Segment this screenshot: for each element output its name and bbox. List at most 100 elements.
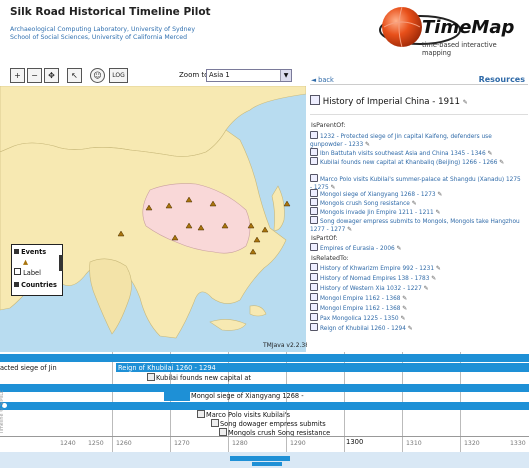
- divider: [310, 84, 528, 85]
- asia-map: [0, 86, 306, 339]
- list-item[interactable]: Song dowager empress submits to Mongols,…: [310, 216, 524, 235]
- timeline-event-marco-polo[interactable]: Marco Polo visits Kubilai's: [197, 410, 290, 419]
- chevron-down-icon[interactable]: ▼: [280, 70, 291, 81]
- timeline-credit: Timeline © SIMILE: [0, 390, 5, 434]
- list-item[interactable]: Reign of Khubilai 1260 - 1294 ✎: [310, 323, 524, 333]
- japan: [271, 185, 285, 231]
- resource-icon: [310, 157, 318, 165]
- resource-icon: [310, 198, 318, 206]
- edit-pencil-icon[interactable]: ✎: [347, 226, 352, 233]
- edit-pencil-icon[interactable]: ✎: [431, 275, 436, 282]
- list-item[interactable]: Mongol Empire 1162 - 1368 ✎: [310, 293, 524, 303]
- axis-line: [0, 436, 529, 437]
- timeline-panel[interactable]: acted siege of Jin Reign of Khubilai 126…: [0, 352, 529, 468]
- resource-icon: [310, 263, 318, 271]
- edit-pencil-icon[interactable]: ✎: [437, 191, 442, 198]
- legend-events[interactable]: Events: [14, 248, 46, 256]
- log-button[interactable]: LOG: [109, 68, 128, 83]
- map-version-label: TMJava v2.2.38: [263, 342, 310, 349]
- overview-marker: [252, 462, 282, 466]
- is-parent-of-label: IsParentOf:: [311, 122, 346, 129]
- resource-icon: [310, 148, 318, 156]
- list-item[interactable]: Empires of Eurasia - 2006 ✎: [310, 243, 524, 253]
- edit-pencil-icon[interactable]: ✎: [488, 150, 493, 157]
- edit-pencil-icon[interactable]: ✎: [402, 305, 407, 312]
- edit-pencil-icon[interactable]: ✎: [499, 159, 504, 166]
- legend-countries[interactable]: Countries: [14, 281, 57, 289]
- timeline-event-bar[interactable]: [164, 392, 190, 401]
- tick-label: 1310: [406, 440, 422, 447]
- pointer-icon: ↖: [71, 71, 78, 80]
- timeline-event-kubilai-capital[interactable]: Kubilai founds new capital at: [147, 373, 251, 382]
- tick-label-major: 1300: [346, 438, 364, 446]
- list-item[interactable]: Kubilai founds new capital at Khanbaliq …: [310, 157, 524, 167]
- legend-label-toggle[interactable]: Label: [14, 268, 41, 277]
- select-button[interactable]: ↖: [67, 68, 82, 83]
- zoom-in-button[interactable]: +: [10, 68, 25, 83]
- legend-collapse-handle[interactable]: [59, 255, 63, 271]
- reset-icon: ☺: [93, 71, 102, 80]
- edit-pencil-icon[interactable]: ✎: [412, 200, 417, 207]
- list-item[interactable]: History of Nomad Empires 138 - 1783 ✎: [310, 273, 524, 283]
- list-item[interactable]: History of Khwarizm Empire 992 - 1231 ✎: [310, 263, 524, 273]
- expand-icon: [14, 249, 19, 254]
- triangle-icon: ▲: [23, 258, 29, 266]
- tick-label: 1240: [60, 440, 76, 447]
- subtitle-merced: School of Social Sciences, University of…: [10, 34, 188, 41]
- event-marker: [283, 200, 291, 207]
- resource-icon: [310, 189, 318, 197]
- edit-pencil-icon[interactable]: ✎: [463, 99, 468, 106]
- grid-line: [112, 352, 113, 468]
- edit-pencil-icon[interactable]: ✎: [397, 245, 402, 252]
- event-icon: [211, 419, 219, 427]
- zoom-out-icon: −: [31, 71, 38, 80]
- logo-tagline: time-based interactive mapping: [422, 41, 497, 57]
- resource-icon: [310, 313, 318, 321]
- timeline-event-dowager[interactable]: Song dowager empress submits: [211, 419, 326, 428]
- subtitle-sydney: Archaeological Computing Laboratory, Uni…: [10, 26, 195, 33]
- list-item[interactable]: 1232 - Protected siege of Jin capital Ka…: [310, 131, 524, 150]
- map-view[interactable]: [0, 86, 306, 352]
- back-link[interactable]: ◄ back: [311, 76, 334, 84]
- timeline-event-reign[interactable]: Reign of Khubilai 1260 - 1294: [118, 364, 216, 372]
- resource-icon: [310, 95, 320, 105]
- zoom-to-select[interactable]: Asia 1 ▼: [206, 69, 292, 82]
- edit-pencil-icon[interactable]: ✎: [408, 325, 413, 332]
- resource-icon: [310, 323, 318, 331]
- edit-pencil-icon[interactable]: ✎: [400, 315, 405, 322]
- zoom-select-value: Asia 1: [209, 71, 230, 79]
- timeline-event-xiangyang[interactable]: Mongol siege of Xiangyang 1268 -: [191, 392, 304, 400]
- expand-icon: [14, 282, 19, 287]
- resource-icon: [310, 216, 318, 224]
- edit-pencil-icon[interactable]: ✎: [436, 209, 441, 216]
- edit-pencil-icon[interactable]: ✎: [424, 285, 429, 292]
- timeline-event-siege-jin[interactable]: acted siege of Jin: [0, 364, 57, 372]
- resource-icon: [310, 303, 318, 311]
- list-item[interactable]: Pax Mongolica 1225 - 1350 ✎: [310, 313, 524, 323]
- resource-icon: [310, 131, 318, 139]
- timemap-logo: TimeMap time-based interactive mapping: [372, 3, 527, 59]
- list-item[interactable]: Mongol Empire 1162 - 1368 ✎: [310, 303, 524, 313]
- edit-pencil-icon[interactable]: ✎: [402, 295, 407, 302]
- timeline-band[interactable]: [0, 384, 529, 392]
- resource-icon: [310, 283, 318, 291]
- list-item[interactable]: History of Western Xia 1032 - 1227 ✎: [310, 283, 524, 293]
- tick-label: 1290: [290, 440, 306, 447]
- overview-marker: [230, 456, 290, 461]
- timeline-band[interactable]: [310, 363, 529, 372]
- map-legend: Events ▲ Label Countries: [11, 244, 63, 296]
- tick-label: 1260: [116, 440, 132, 447]
- resource-icon: [310, 207, 318, 215]
- edit-pencil-icon[interactable]: ✎: [436, 265, 441, 272]
- event-icon: [147, 373, 155, 381]
- resource-icon: [310, 174, 318, 182]
- reset-button[interactable]: ☺: [90, 68, 105, 83]
- resources-link[interactable]: Resources: [479, 75, 525, 84]
- zoom-out-button[interactable]: −: [27, 68, 42, 83]
- pan-button[interactable]: ✥: [44, 68, 59, 83]
- is-related-to-label: IsRelatedTo:: [311, 255, 349, 262]
- pan-icon: ✥: [48, 71, 55, 80]
- timeline-band[interactable]: [0, 402, 529, 410]
- india: [89, 258, 132, 335]
- timeline-band[interactable]: [0, 354, 529, 362]
